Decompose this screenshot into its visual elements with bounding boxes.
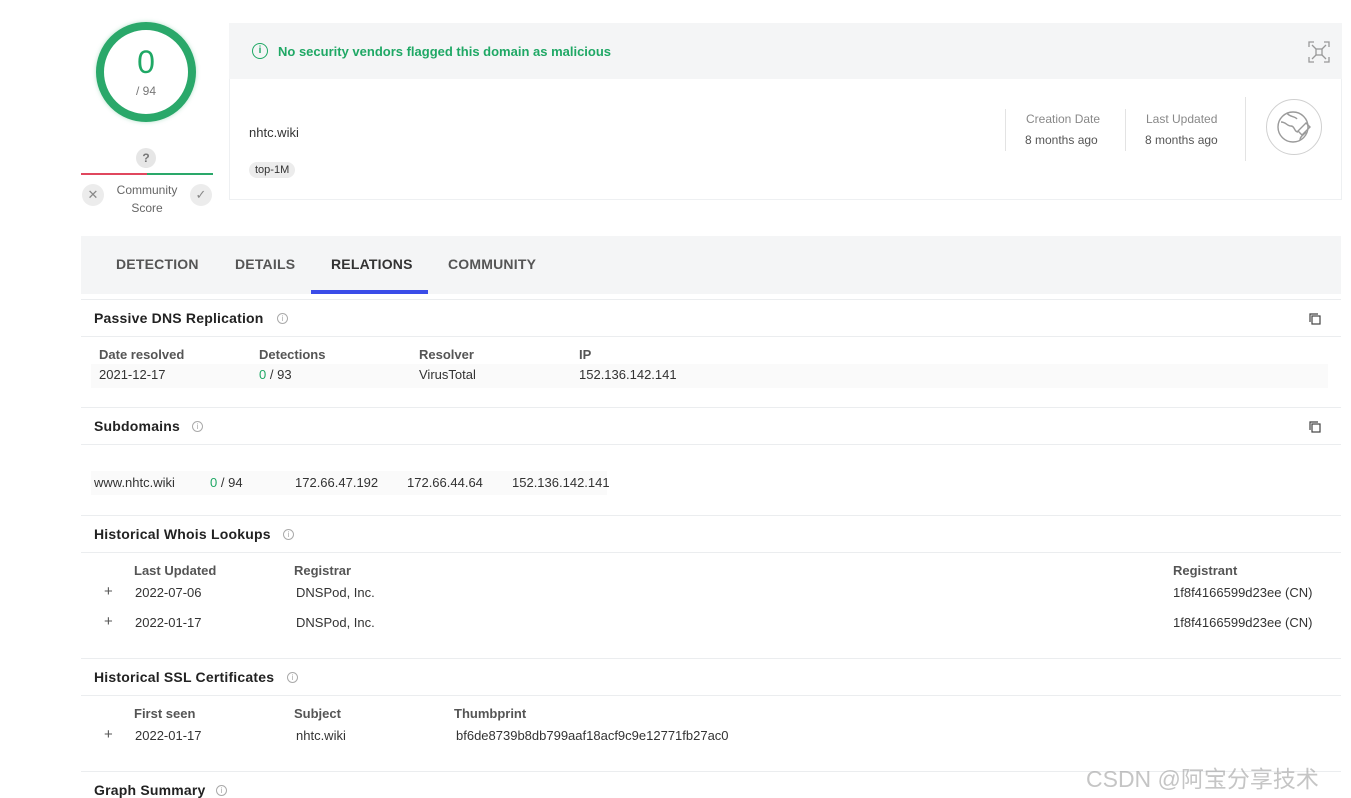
section-divider xyxy=(81,407,1341,408)
subdomain-detections: 0 / 94 xyxy=(210,475,243,490)
vote-harmful-button[interactable]: ✕ xyxy=(82,184,104,206)
col-registrar: Registrar xyxy=(294,563,352,578)
vote-harmless-button[interactable]: ✓ xyxy=(190,184,212,206)
tab-details[interactable]: DETAILS xyxy=(235,256,295,272)
dns-resolver: VirusTotal xyxy=(419,367,476,382)
col-first-seen: First seen xyxy=(134,706,196,721)
community-score-label: Community Score xyxy=(108,181,186,217)
section-divider xyxy=(81,336,1341,337)
ssl-subject: nhtc.wiki xyxy=(296,728,346,743)
info-icon: i xyxy=(252,43,268,59)
detection-total: / 94 xyxy=(135,84,156,98)
col-ip: IP xyxy=(579,347,592,362)
active-tab-indicator xyxy=(311,290,428,294)
ssl-date: 2022-01-17 xyxy=(135,728,202,743)
section-divider xyxy=(81,444,1341,445)
col-resolver: Resolver xyxy=(419,347,474,362)
domain-tag[interactable]: top-1M xyxy=(249,162,296,178)
ssl-thumbprint-link[interactable]: bf6de8739b8db799aaf18acf9c9e12771fb27ac0 xyxy=(456,728,729,743)
section-divider xyxy=(81,695,1341,696)
whois-date: 2022-01-17 xyxy=(135,615,202,630)
meta-divider xyxy=(1005,109,1006,151)
whois-registrant: 1f8f4166599d23ee (CN) xyxy=(1173,615,1313,630)
info-icon[interactable]: i xyxy=(277,313,288,324)
last-updated-value: 8 months ago xyxy=(1145,133,1218,147)
graph-expand-icon[interactable] xyxy=(1308,41,1330,63)
section-divider xyxy=(81,515,1341,516)
dns-date: 2021-12-17 xyxy=(99,367,166,382)
info-icon[interactable]: i xyxy=(287,672,298,683)
col-detections: Detections xyxy=(259,347,326,362)
whois-title: Historical Whois Lookups xyxy=(94,526,271,542)
domain-name: nhtc.wiki xyxy=(249,125,299,140)
whois-registrar: DNSPod, Inc. xyxy=(296,615,375,630)
tab-community[interactable]: COMMUNITY xyxy=(448,256,536,272)
subdomain-ip-link[interactable]: 152.136.142.141 xyxy=(512,475,610,490)
subdomain-ip-link[interactable]: 172.66.47.192 xyxy=(295,475,378,490)
community-bar-positive xyxy=(147,173,213,175)
last-updated-label: Last Updated xyxy=(1146,112,1218,126)
col-last-updated: Last Updated xyxy=(134,563,217,578)
info-icon[interactable]: i xyxy=(216,785,227,796)
dns-detections: 0 / 93 xyxy=(259,367,292,382)
meta-divider xyxy=(1125,109,1126,151)
tab-detection[interactable]: DETECTION xyxy=(116,256,199,272)
section-divider xyxy=(81,552,1341,553)
section-divider xyxy=(81,299,1341,300)
whois-registrar: DNSPod, Inc. xyxy=(296,585,375,600)
copy-icon[interactable] xyxy=(1309,420,1321,433)
creation-date-label: Creation Date xyxy=(1026,112,1101,126)
col-thumbprint: Thumbprint xyxy=(454,706,527,721)
dns-ip-link[interactable]: 152.136.142.141 xyxy=(579,367,677,382)
expand-row-button[interactable]: + xyxy=(104,726,113,743)
creation-date-value: 8 months ago xyxy=(1025,133,1098,147)
col-registrant: Registrant xyxy=(1173,563,1238,578)
dns-detections-total: / 93 xyxy=(269,367,292,382)
section-divider xyxy=(81,658,1341,659)
subdomain-detections-count: 0 xyxy=(210,475,218,490)
whois-registrant: 1f8f4166599d23ee (CN) xyxy=(1173,585,1313,600)
community-label-line1: Community xyxy=(116,183,178,197)
whois-date: 2022-07-06 xyxy=(135,585,202,600)
community-bar-negative xyxy=(81,173,147,175)
tab-relations[interactable]: RELATIONS xyxy=(331,256,413,272)
watermark: CSDN @阿宝分享技术 xyxy=(1086,766,1319,792)
col-date-resolved: Date resolved xyxy=(99,347,185,362)
copy-icon[interactable] xyxy=(1309,312,1321,325)
domain-globe-icon xyxy=(1266,99,1322,155)
graph-summary-title: Graph Summary xyxy=(94,782,206,798)
expand-row-button[interactable]: + xyxy=(104,583,113,600)
community-label-line2: Score xyxy=(131,201,163,215)
verdict-text: No security vendors flagged this domain … xyxy=(278,44,612,59)
detection-count: 0 xyxy=(137,44,155,80)
info-icon[interactable]: i xyxy=(283,529,294,540)
subdomain-link[interactable]: www.nhtc.wiki xyxy=(94,475,175,490)
expand-row-button[interactable]: + xyxy=(104,613,113,630)
dns-detections-count: 0 xyxy=(259,367,267,382)
subdomains-title: Subdomains xyxy=(94,418,181,434)
community-unknown-icon: ? xyxy=(136,148,156,168)
ssl-title: Historical SSL Certificates xyxy=(94,669,275,685)
col-subject: Subject xyxy=(294,706,341,721)
passive-dns-title: Passive DNS Replication xyxy=(94,310,264,326)
meta-divider xyxy=(1245,97,1246,161)
subdomain-ip-link[interactable]: 172.66.44.64 xyxy=(407,475,483,490)
subdomain-detections-total: / 94 xyxy=(220,475,243,490)
info-icon[interactable]: i xyxy=(192,421,203,432)
